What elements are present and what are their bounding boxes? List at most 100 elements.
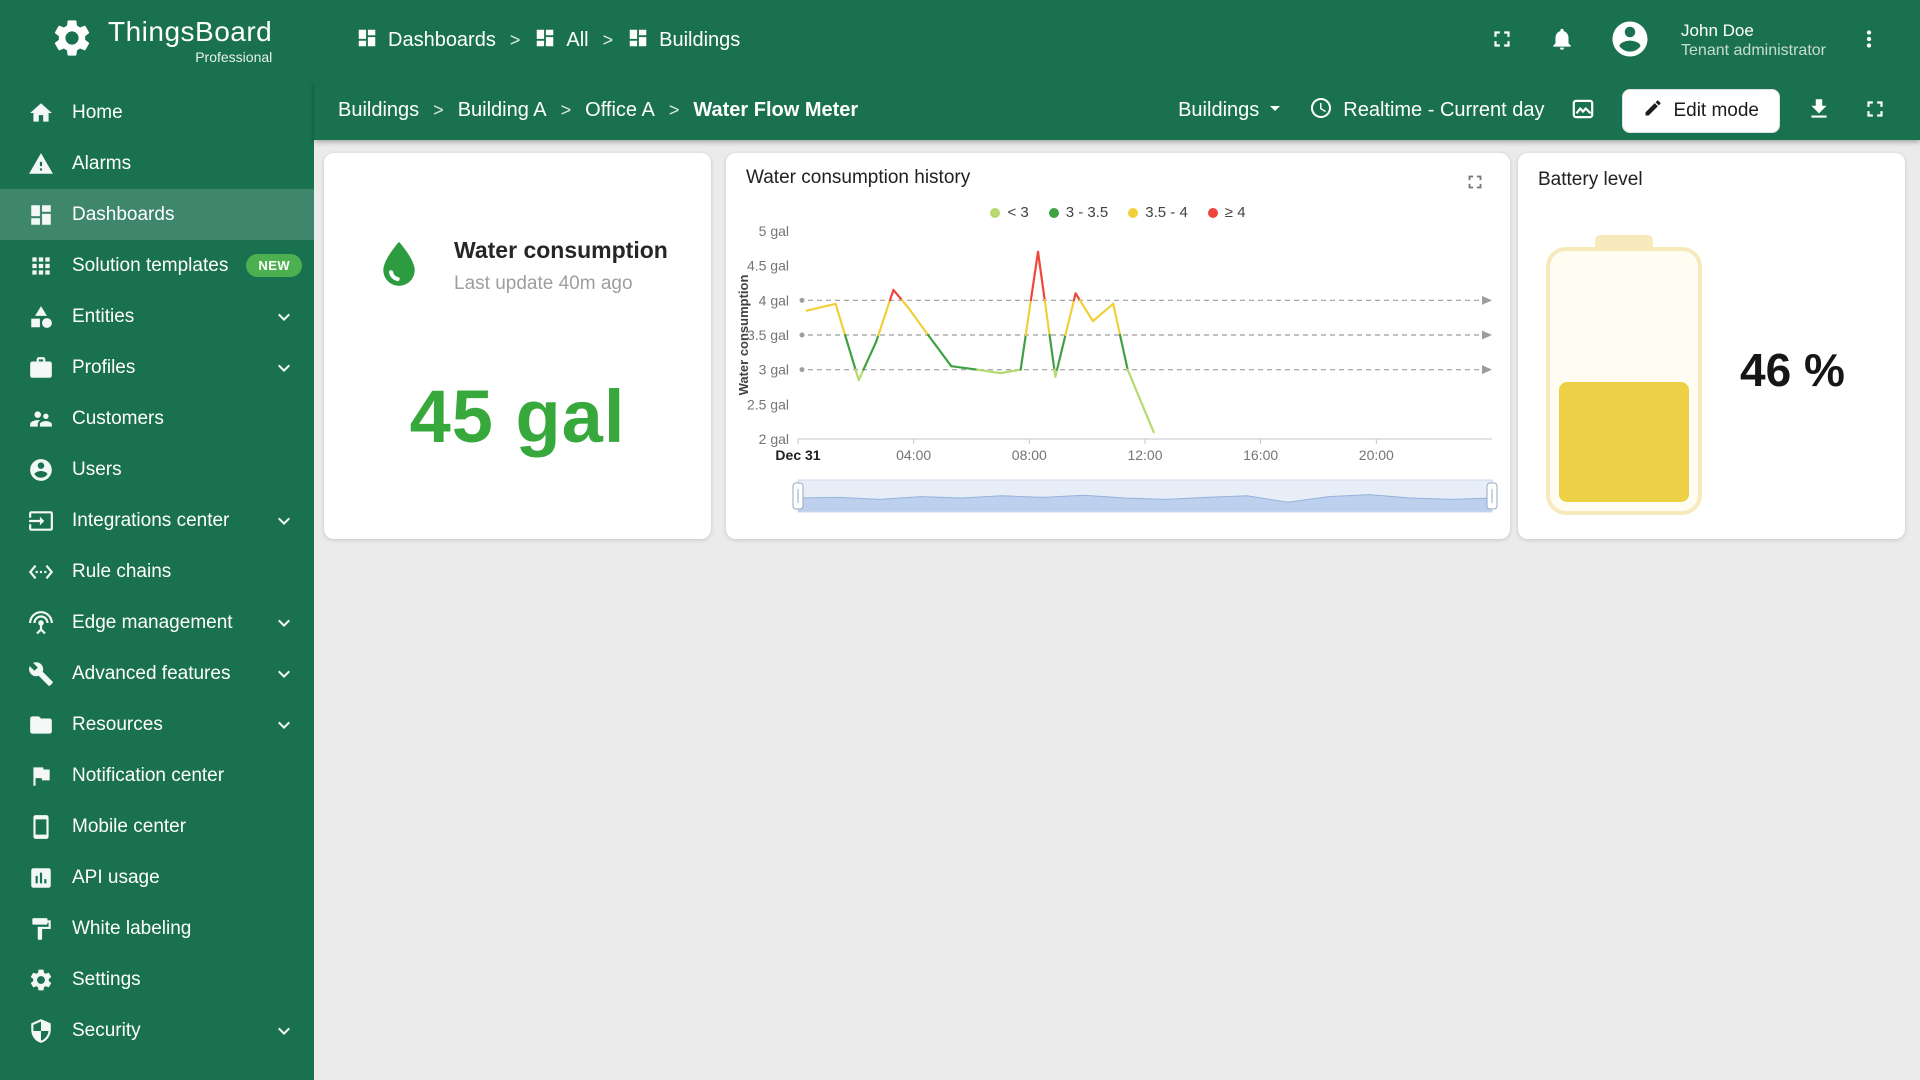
legend-label: 3 - 3.5 bbox=[1065, 204, 1109, 221]
breadcrumb-label: Dashboards bbox=[388, 29, 496, 51]
edge-management-icon bbox=[27, 609, 54, 636]
sidebar-item-dashboards[interactable]: Dashboards bbox=[0, 189, 314, 240]
user-info[interactable]: John Doe Tenant administrator bbox=[1681, 20, 1826, 61]
chevron-down-icon bbox=[272, 305, 296, 329]
sidebar-item-api-usage[interactable]: API usage bbox=[0, 852, 314, 903]
new-badge: NEW bbox=[246, 254, 303, 277]
entities-icon bbox=[27, 303, 54, 330]
notifications-button[interactable] bbox=[1545, 22, 1579, 59]
user-name: John Doe bbox=[1681, 20, 1754, 40]
legend-item-3-5-4[interactable]: 3.5 - 4 bbox=[1128, 204, 1188, 221]
svg-text:4.5 gal: 4.5 gal bbox=[747, 258, 789, 274]
users-icon bbox=[27, 456, 54, 483]
battery-level-widget: Battery level 46 % bbox=[1518, 153, 1905, 539]
breadcrumb-dashboards[interactable]: Dashboards bbox=[356, 27, 496, 55]
chevron-down-icon bbox=[272, 662, 296, 686]
entity-state-select[interactable]: Buildings bbox=[1178, 96, 1287, 126]
svg-text:3 gal: 3 gal bbox=[759, 362, 789, 378]
header-actions: John Doe Tenant administrator bbox=[1485, 14, 1920, 67]
white-labeling-icon bbox=[27, 915, 54, 942]
water-drop-icon bbox=[370, 237, 428, 300]
line-chart: 5 gal 4.5 gal 4 gal 3.5 gal 3 gal 2.5 gal 2 ga… bbox=[736, 223, 1492, 463]
edit-mode-button[interactable]: Edit mode bbox=[1622, 88, 1780, 133]
crumb-office-a[interactable]: Office A bbox=[585, 99, 655, 122]
user-avatar[interactable] bbox=[1605, 14, 1655, 67]
dashboards-icon bbox=[27, 201, 54, 228]
sidebar-item-alarms[interactable]: Alarms bbox=[0, 138, 314, 189]
chart-scrollbar[interactable] bbox=[734, 474, 1502, 518]
sidebar-item-white-labeling[interactable]: White labeling bbox=[0, 903, 314, 954]
timewindow-button[interactable]: Realtime - Current day bbox=[1309, 96, 1544, 126]
solution-templates-icon bbox=[27, 252, 54, 279]
svg-text:4 gal: 4 gal bbox=[759, 292, 789, 308]
edit-mode-label: Edit mode bbox=[1673, 99, 1759, 121]
download-button[interactable] bbox=[1802, 92, 1836, 129]
chevron-down-icon bbox=[272, 1019, 296, 1043]
settings-icon bbox=[27, 966, 54, 993]
sidebar-item-advanced-features[interactable]: Advanced features bbox=[0, 648, 314, 699]
top-header: ThingsBoard Professional Dashboards > Al… bbox=[0, 0, 1920, 81]
svg-text:3.5 gal: 3.5 gal bbox=[747, 327, 789, 343]
svg-text:16:00: 16:00 bbox=[1243, 447, 1278, 463]
legend-item--4[interactable]: ≥ 4 bbox=[1207, 204, 1246, 221]
svg-text:20:00: 20:00 bbox=[1359, 447, 1394, 463]
crumb-current-state: Water Flow Meter bbox=[693, 99, 859, 121]
crumb-separator: > bbox=[560, 100, 572, 120]
pencil-icon bbox=[1643, 98, 1663, 124]
sidebar-item-notification-center[interactable]: Notification center bbox=[0, 750, 314, 801]
last-update-label: Last update 40m ago bbox=[454, 273, 633, 294]
widget-expand-button[interactable] bbox=[1460, 167, 1490, 200]
fullscreen-button[interactable] bbox=[1485, 22, 1519, 59]
sidebar-item-label: Users bbox=[72, 458, 122, 480]
legend-item--3[interactable]: < 3 bbox=[990, 204, 1029, 221]
sidebar-item-label: Solution templates bbox=[72, 254, 229, 276]
legend-item-3-3-5[interactable]: 3 - 3.5 bbox=[1048, 204, 1109, 221]
svg-text:2 gal: 2 gal bbox=[759, 431, 789, 447]
svg-text:08:00: 08:00 bbox=[1012, 447, 1047, 463]
crumb-separator: > bbox=[433, 100, 444, 120]
crumb-building-a[interactable]: Building A bbox=[458, 99, 547, 122]
water-consumption-value: 45 gal bbox=[409, 375, 626, 458]
breadcrumb-separator: > bbox=[602, 30, 614, 50]
sidebar-item-rule-chains[interactable]: Rule chains bbox=[0, 546, 314, 597]
sidebar-item-label: Integrations center bbox=[72, 509, 230, 531]
legend-label: < 3 bbox=[1007, 204, 1029, 221]
battery-icon bbox=[1546, 235, 1702, 515]
clock-icon bbox=[1309, 96, 1333, 126]
dashboard-image-button[interactable] bbox=[1566, 92, 1600, 129]
sidebar-item-customers[interactable]: Customers bbox=[0, 393, 314, 444]
sidebar-item-profiles[interactable]: Profiles bbox=[0, 342, 314, 393]
sidebar-item-users[interactable]: Users bbox=[0, 444, 314, 495]
widget-title: Water consumption bbox=[454, 237, 668, 263]
customers-icon bbox=[27, 405, 54, 432]
app-logo[interactable]: ThingsBoard Professional bbox=[0, 16, 314, 65]
breadcrumb-label: Buildings bbox=[659, 29, 741, 51]
sidebar-item-resources[interactable]: Resources bbox=[0, 699, 314, 750]
sidebar-item-integrations-center[interactable]: Integrations center bbox=[0, 495, 314, 546]
crumb-buildings[interactable]: Buildings bbox=[338, 99, 419, 122]
breadcrumb-buildings[interactable]: Buildings bbox=[627, 27, 740, 55]
sidebar-item-security[interactable]: Security bbox=[0, 1005, 314, 1056]
advanced-features-icon bbox=[27, 660, 54, 687]
sidebar-item-home[interactable]: Home bbox=[0, 87, 314, 138]
profiles-icon bbox=[27, 354, 54, 381]
breadcrumb-all[interactable]: All bbox=[534, 27, 589, 55]
entity-state-value: Buildings bbox=[1178, 99, 1260, 121]
fullscreen-icon bbox=[1862, 96, 1888, 125]
timewindow-label: Realtime - Current day bbox=[1343, 99, 1545, 121]
toolbar-fullscreen-button[interactable] bbox=[1858, 92, 1892, 129]
svg-text:04:00: 04:00 bbox=[896, 447, 931, 463]
sidebar-item-mobile-center[interactable]: Mobile center bbox=[0, 801, 314, 852]
header-breadcrumb: Dashboards > All > Buildings bbox=[356, 27, 740, 55]
sidebar-item-label: API usage bbox=[72, 866, 160, 888]
sidebar-item-label: Profiles bbox=[72, 356, 136, 378]
sidebar-item-solution-templates[interactable]: Solution templates NEW bbox=[0, 240, 314, 291]
sidebar-item-settings[interactable]: Settings bbox=[0, 954, 314, 1005]
battery-fill bbox=[1559, 382, 1689, 502]
more-menu-button[interactable] bbox=[1852, 22, 1886, 59]
sidebar-item-edge-management[interactable]: Edge management bbox=[0, 597, 314, 648]
dashboard-breadcrumb: Buildings > Building A > Office A > Wate… bbox=[338, 99, 858, 122]
sidebar-item-entities[interactable]: Entities bbox=[0, 291, 314, 342]
water-consumption-widget: Water consumption Last update 40m ago 45… bbox=[324, 153, 711, 539]
sidebar-item-label: Edge management bbox=[72, 611, 233, 633]
